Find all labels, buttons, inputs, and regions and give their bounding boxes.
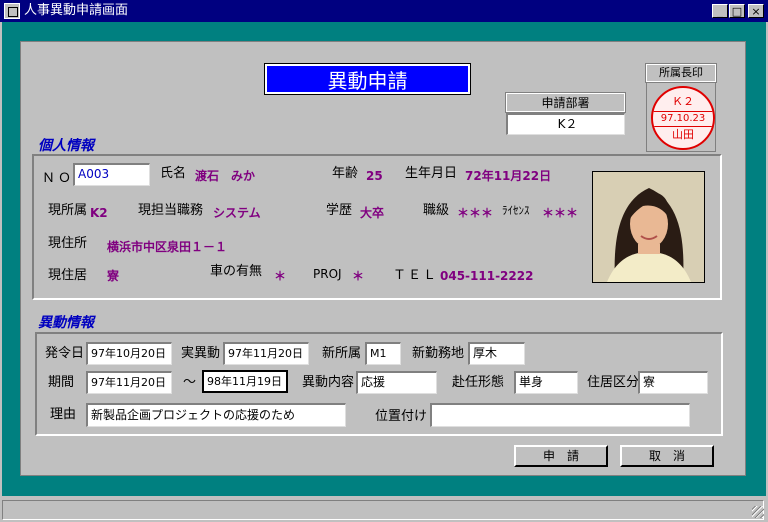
portrait-image [593,172,704,282]
tel-label: ＴＥＬ [393,268,439,283]
proj-value: ＊ [352,269,365,283]
seal-label: 所属長印 [645,63,717,83]
new-dept-field[interactable]: M1 [365,342,401,365]
birth-label: 生年月日 [405,166,458,181]
name-label: 氏名 [160,166,187,181]
window-title: 人事異動申請画面 [24,3,129,18]
housing-field[interactable]: 寮 [638,371,708,394]
actual-date-label: 実異動 [181,346,221,361]
position-field[interactable] [430,403,690,427]
minimize-button[interactable]: _ [712,4,728,18]
period-to-field[interactable]: 98年11月19日 [202,370,288,393]
age-value: 25 [366,169,383,183]
assign-field[interactable]: 単身 [514,371,578,394]
age-label: 年齢 [332,166,359,181]
content-field[interactable]: 応援 [356,371,437,394]
license-value: ＊＊＊ [542,206,579,220]
address-label: 現住所 [48,236,88,251]
personal-section-title: 個人情報 [38,138,94,154]
resize-grip-icon[interactable] [752,506,764,518]
no-label: ＮＯ [42,171,75,186]
education-value: 大卒 [360,206,385,220]
assign-label: 赴任形態 [452,375,505,390]
content-label: 異動内容 [302,375,355,390]
dept-current-value: K2 [90,206,108,220]
reason-label: 理由 [50,407,77,422]
residence-value: 寮 [107,269,120,283]
reason-field[interactable]: 新製品企画プロジェクトの応援のため [86,403,346,427]
page-title: 異動申請 [264,63,471,95]
new-dept-label: 新所属 [322,346,362,361]
dept-field[interactable]: K２ [506,113,625,135]
apply-button[interactable]: 申 請 [514,445,608,467]
period-label: 期間 [48,375,75,390]
seal-dept: Ｋ２ [672,95,694,108]
order-date-label: 発令日 [45,346,85,361]
residence-label: 現住居 [48,268,88,283]
car-value: ＊ [274,269,287,283]
transfer-section-title: 異動情報 [38,315,94,331]
name-value: 渡石 みか [195,169,256,183]
app-icon[interactable] [4,3,20,19]
new-location-label: 新勤務地 [412,346,465,361]
employee-photo [592,171,705,283]
rank-value: ＊＊＊ [457,206,494,220]
role-value: システム [213,206,261,220]
status-bar [0,498,768,522]
new-location-field[interactable]: 厚木 [468,342,525,365]
period-from-field[interactable]: 97年11月20日 [86,371,172,394]
position-label: 位置付け [375,409,428,424]
car-label: 車の有無 [210,264,263,279]
cancel-button[interactable]: 取 消 [620,445,714,467]
birth-value: 72年11月22日 [465,169,552,183]
actual-date-field[interactable]: 97年11月20日 [223,342,309,365]
address-value: 横浜市中区泉田１－１ [107,240,228,254]
housing-label: 住居区分 [587,375,640,390]
proj-label: PROJ [313,267,342,281]
license-label: ﾗｲｾﾝｽ [502,204,530,217]
role-label: 現担当職務 [138,203,204,218]
maximize-button[interactable]: □ [729,4,745,18]
order-date-field[interactable]: 97年10月20日 [86,342,172,365]
period-tilde: ～ [183,375,197,390]
tel-value: 045-111-2222 [440,269,534,283]
rank-label: 職級 [423,203,450,218]
seal-date: 97.10.23 [653,111,713,127]
seal-name: 山田 [672,128,694,141]
status-pane [2,500,764,520]
no-field[interactable]: A003 [73,163,150,186]
dept-label: 申請部署 [505,92,626,113]
close-button[interactable]: × [748,4,764,18]
seal-stamp: Ｋ２ 97.10.23 山田 [651,86,715,150]
education-label: 学歴 [326,203,353,218]
dept-current-label: 現所属 [48,203,88,218]
title-bar: 人事異動申請画面 _ □ × [0,0,768,22]
